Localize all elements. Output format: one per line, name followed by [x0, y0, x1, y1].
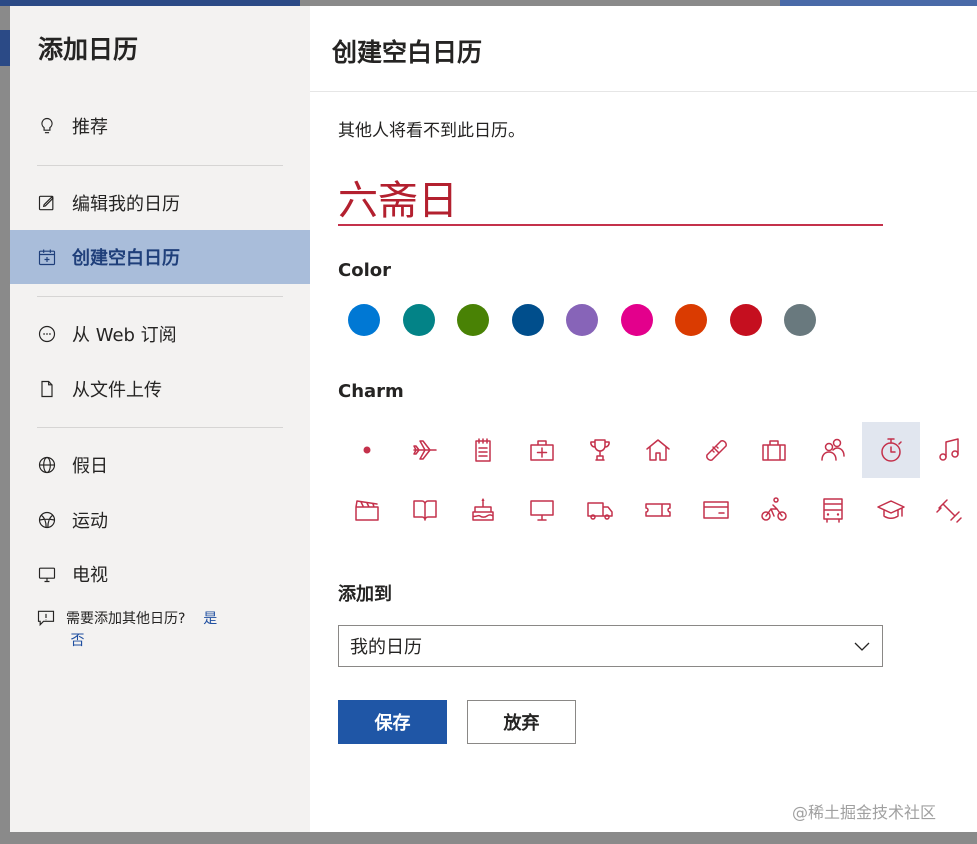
notepad-icon[interactable]: [454, 422, 512, 478]
tv-icon: [36, 563, 58, 585]
watermark: @稀土掘金技术社区: [792, 803, 937, 822]
sidebar-item-label: 推荐: [72, 117, 108, 138]
credit-card-icon[interactable]: [687, 482, 745, 538]
privacy-note: 其他人将看不到此日历。: [338, 121, 525, 141]
medical-kit-icon[interactable]: [513, 422, 571, 478]
add-to-select[interactable]: 我的日历: [338, 625, 883, 667]
color-swatch-7[interactable]: [675, 304, 707, 336]
background-app-tab: [0, 30, 10, 66]
sidebar-item-sports[interactable]: 运动: [10, 493, 310, 547]
ticket-icon[interactable]: [629, 482, 687, 538]
sidebar-item-label: 运动: [72, 511, 108, 532]
calendar-name-input[interactable]: [338, 170, 883, 226]
trophy-icon[interactable]: [571, 422, 629, 478]
cyclist-icon[interactable]: [745, 482, 803, 538]
save-button[interactable]: 保存: [338, 700, 447, 744]
sidebar-item-label: 创建空白日历: [72, 248, 180, 269]
feedback-icon: [36, 608, 58, 630]
nav-divider: [37, 427, 283, 428]
bandage-icon[interactable]: [687, 422, 745, 478]
need-more-yes-link[interactable]: 是: [203, 611, 217, 627]
lightbulb-icon: [36, 115, 58, 137]
web-subscribe-icon: [36, 323, 58, 345]
dumbbell-icon[interactable]: [920, 482, 977, 538]
file-upload-icon: [36, 378, 58, 400]
sidebar-item-edit-calendars[interactable]: 编辑我的日历: [10, 176, 310, 230]
need-more-text: 需要添加其他日历?: [66, 611, 186, 627]
truck-icon[interactable]: [571, 482, 629, 538]
briefcase-icon[interactable]: [745, 422, 803, 478]
charm-row: [338, 482, 977, 540]
sidebar-item-holidays[interactable]: 假日: [10, 438, 310, 492]
charm-picker: [338, 422, 977, 542]
create-calendar-panel: 创建空白日历 其他人将看不到此日历。 Color Charm 添加到 我的日历 …: [310, 6, 977, 832]
color-picker: [348, 304, 839, 336]
add-to-label: 添加到: [338, 584, 392, 605]
clapperboard-icon[interactable]: [338, 482, 396, 538]
sidebar-item-label: 编辑我的日历: [72, 194, 180, 215]
birthday-cake-icon[interactable]: [454, 482, 512, 538]
bus-icon[interactable]: [804, 482, 862, 538]
sidebar-item-label: 假日: [72, 456, 108, 477]
sidebar-item-web-subscribe[interactable]: 从 Web 订阅: [10, 307, 310, 361]
color-swatch-1[interactable]: [348, 304, 380, 336]
color-swatch-3[interactable]: [457, 304, 489, 336]
sports-ball-icon: [36, 509, 58, 531]
stopwatch-icon[interactable]: [861, 422, 920, 478]
page-title: 创建空白日历: [332, 38, 483, 67]
chevron-down-icon: [852, 636, 872, 656]
add-calendar-dialog: 添加日历 推荐 编辑我的日历 创建空白日历 从 Web 订阅 从文件上传 假日 …: [10, 6, 977, 832]
add-to-value: 我的日历: [350, 637, 422, 658]
sidebar-item-label: 从文件上传: [72, 380, 162, 401]
home-icon[interactable]: [629, 422, 687, 478]
sidebar-item-label: 从 Web 订阅: [72, 325, 177, 346]
color-swatch-4[interactable]: [511, 304, 544, 336]
charm-label: Charm: [338, 381, 404, 402]
color-swatch-5[interactable]: [566, 304, 598, 336]
charm-row: [338, 422, 977, 480]
sidebar-item-tv[interactable]: 电视: [10, 547, 310, 601]
book-icon[interactable]: [396, 482, 454, 538]
monitor-icon[interactable]: [513, 482, 571, 538]
people-icon[interactable]: [804, 422, 862, 478]
dot-icon[interactable]: [338, 422, 396, 478]
edit-calendar-icon: [36, 192, 58, 214]
color-swatch-2[interactable]: [402, 304, 435, 336]
sidebar-item-label: 电视: [72, 565, 108, 586]
nav-divider: [37, 165, 283, 166]
music-note-icon[interactable]: [920, 422, 977, 478]
color-swatch-6[interactable]: [620, 304, 653, 336]
sidebar-item-recommended[interactable]: 推荐: [10, 99, 310, 153]
discard-button[interactable]: 放弃: [467, 700, 576, 744]
calendar-add-icon: [36, 246, 58, 268]
need-more-no-link[interactable]: 否: [70, 633, 84, 649]
panel-header: 创建空白日历: [310, 6, 977, 92]
color-swatch-8[interactable]: [729, 304, 762, 336]
color-swatch-9[interactable]: [784, 304, 816, 336]
need-more-calendars: 需要添加其他日历? 是 否: [36, 608, 286, 652]
sidebar-title: 添加日历: [38, 35, 139, 64]
color-label: Color: [338, 260, 391, 281]
airplane-icon[interactable]: [396, 422, 454, 478]
graduation-cap-icon[interactable]: [862, 482, 920, 538]
sidebar: 添加日历 推荐 编辑我的日历 创建空白日历 从 Web 订阅 从文件上传 假日 …: [10, 6, 310, 832]
sidebar-item-create-blank[interactable]: 创建空白日历: [10, 230, 310, 284]
nav-divider: [37, 296, 283, 297]
sidebar-item-file-upload[interactable]: 从文件上传: [10, 362, 310, 416]
globe-icon: [36, 454, 58, 476]
